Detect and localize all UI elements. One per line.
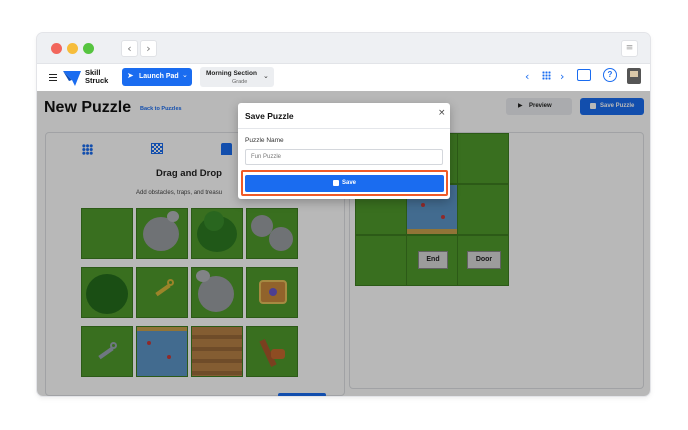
help-icon[interactable]: ? bbox=[603, 68, 617, 82]
section-name: Morning Section bbox=[206, 70, 257, 77]
launch-pad-button[interactable]: ➤ Launch Pad ⌄ bbox=[122, 68, 192, 86]
puzzle-name-label: Puzzle Name bbox=[245, 137, 284, 144]
avatar[interactable] bbox=[627, 68, 641, 84]
dialog-title: Save Puzzle bbox=[245, 111, 294, 121]
app-header: Skill Struck ➤ Launch Pad ⌄ Morning Sect… bbox=[37, 64, 650, 91]
rocket-icon: ➤ bbox=[127, 71, 134, 80]
close-icon[interactable]: × bbox=[438, 108, 446, 118]
back-nav-icon[interactable]: ‹ bbox=[121, 40, 138, 57]
browser-menu-icon[interactable]: ≡ bbox=[621, 40, 638, 57]
browser-window: ‹ › ≡ Skill Struck ➤ Launch Pad ⌄ Mornin… bbox=[37, 33, 650, 396]
presentation-icon[interactable] bbox=[577, 69, 591, 81]
save-label: Save bbox=[342, 180, 357, 186]
floppy-disk-icon bbox=[333, 180, 339, 186]
forward-nav-icon[interactable]: › bbox=[140, 40, 157, 57]
minimize-window-dot[interactable] bbox=[67, 43, 78, 54]
section-grade: Grade bbox=[232, 79, 248, 85]
dialog-divider bbox=[238, 128, 450, 129]
puzzle-name-value: Fun Puzzle bbox=[251, 154, 282, 160]
browser-titlebar: ‹ › ≡ bbox=[37, 33, 650, 64]
next-chevron-icon[interactable]: › bbox=[560, 70, 564, 83]
section-selector[interactable]: Morning Section Grade ⌄ bbox=[200, 67, 274, 87]
save-button[interactable]: Save bbox=[245, 175, 444, 192]
hamburger-menu-icon[interactable] bbox=[49, 74, 57, 81]
prev-chevron-icon[interactable]: ‹ bbox=[525, 70, 529, 83]
launch-pad-label: Launch Pad bbox=[139, 73, 179, 80]
chevron-down-icon: ⌄ bbox=[263, 72, 269, 80]
skillstruck-logo-icon bbox=[63, 71, 81, 86]
logo-line-2: Struck bbox=[85, 76, 109, 85]
chevron-down-icon: ⌄ bbox=[182, 71, 188, 79]
maximize-window-dot[interactable] bbox=[83, 43, 94, 54]
save-puzzle-dialog: Save Puzzle × Puzzle Name Fun Puzzle Sav… bbox=[238, 103, 450, 199]
puzzle-name-input[interactable]: Fun Puzzle bbox=[245, 149, 443, 165]
close-window-dot[interactable] bbox=[51, 43, 62, 54]
grid-icon[interactable] bbox=[542, 71, 551, 80]
